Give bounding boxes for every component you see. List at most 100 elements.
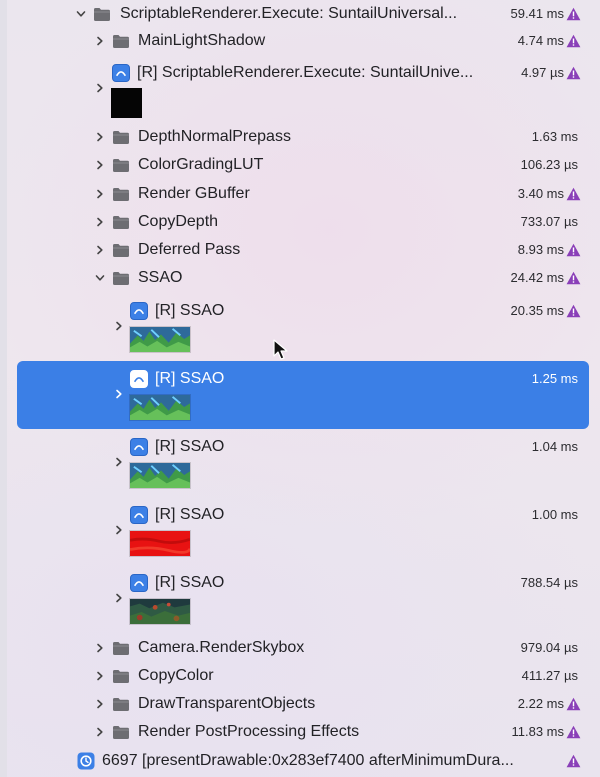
folder-icon [113, 216, 129, 229]
row-duration: 11.83 ms [511, 724, 564, 739]
attachment-thumbnail[interactable] [129, 530, 191, 557]
chevron-right-icon[interactable] [95, 217, 105, 227]
folder-icon [113, 642, 129, 655]
chevron-right-icon[interactable] [114, 389, 124, 399]
chevron-right-icon[interactable] [114, 525, 124, 535]
tree-row-ssao-encoder[interactable]: [R] SSAO 20.35 ms [0, 300, 600, 358]
row-label: DepthNormalPrepass [138, 128, 291, 145]
chevron-right-icon[interactable] [95, 671, 105, 681]
warning-triangle-icon[interactable] [566, 7, 581, 21]
row-duration: 1.04 ms [531, 439, 578, 454]
folder-icon [113, 272, 129, 285]
row-duration: 2.22 ms [517, 696, 564, 711]
chevron-right-icon[interactable] [95, 245, 105, 255]
chevron-right-icon[interactable] [95, 83, 105, 93]
tree-row-ssao-encoder[interactable]: [R] SSAO 1.00 ms [0, 504, 600, 562]
attachment-thumbnail[interactable] [129, 598, 191, 625]
chevron-right-icon[interactable] [114, 457, 124, 467]
tree-row-main-light-shadow[interactable]: MainLightShadow 4.74 ms [0, 31, 600, 51]
chevron-right-icon[interactable] [95, 189, 105, 199]
folder-icon [113, 131, 129, 144]
tree-row-present-drawable[interactable]: 6697 [presentDrawable:0x283ef7400 afterM… [0, 750, 600, 772]
row-duration: 8.93 ms [517, 242, 564, 257]
row-duration: 411.27 µs [521, 668, 578, 683]
tree-row-color-grading-lut[interactable]: ColorGradingLUT 106.23 µs [0, 155, 600, 175]
row-label: CopyColor [138, 667, 214, 684]
tree-row-render-post-processing[interactable]: Render PostProcessing Effects 11.83 ms [0, 722, 600, 742]
row-duration: 20.35 ms [510, 303, 564, 318]
row-label: [R] SSAO [155, 574, 225, 591]
row-label: ScriptableRenderer.Execute: SuntailUnive… [120, 5, 458, 22]
warning-triangle-icon[interactable] [566, 243, 581, 257]
row-label: [R] SSAO [155, 370, 225, 387]
row-duration: 4.97 µs [521, 65, 564, 80]
chevron-down-icon[interactable] [76, 9, 86, 19]
attachment-thumbnail[interactable] [129, 394, 191, 421]
row-duration: 1.63 ms [531, 129, 578, 144]
tree-row-deferred-pass[interactable]: Deferred Pass 8.93 ms [0, 240, 600, 260]
tree-row-ssao-encoder[interactable]: [R] SSAO 1.04 ms [0, 436, 600, 494]
mouse-cursor-icon [273, 339, 288, 360]
warning-triangle-icon[interactable] [566, 34, 581, 48]
warning-triangle-icon[interactable] [566, 271, 581, 285]
chevron-right-icon[interactable] [95, 36, 105, 46]
chevron-right-icon[interactable] [95, 643, 105, 653]
tree-row-copy-color[interactable]: CopyColor 411.27 µs [0, 666, 600, 686]
chevron-right-icon[interactable] [95, 132, 105, 142]
render-encoder-icon [130, 574, 148, 592]
warning-triangle-icon[interactable] [566, 187, 581, 201]
warning-triangle-icon[interactable] [566, 66, 581, 80]
tree-row-render-encoder[interactable]: [R] ScriptableRenderer.Execute: SuntailU… [0, 62, 600, 120]
attachment-thumbnail[interactable] [111, 88, 142, 118]
row-label: [R] ScriptableRenderer.Execute: SuntailU… [137, 64, 474, 81]
row-label: Render GBuffer [138, 185, 250, 202]
row-label: [R] SSAO [155, 506, 225, 523]
present-drawable-icon [77, 752, 95, 770]
attachment-thumbnail[interactable] [129, 326, 191, 353]
row-duration: 4.74 ms [517, 33, 564, 48]
warning-triangle-icon[interactable] [566, 725, 581, 739]
render-encoder-icon [130, 370, 148, 388]
warning-triangle-icon[interactable] [566, 754, 581, 768]
chevron-right-icon[interactable] [95, 699, 105, 709]
folder-icon [113, 35, 129, 48]
folder-icon [94, 8, 110, 21]
row-duration: 733.07 µs [520, 214, 578, 229]
row-label: [R] SSAO [155, 302, 225, 319]
chevron-right-icon[interactable] [114, 321, 124, 331]
chevron-right-icon[interactable] [114, 593, 124, 603]
folder-icon [113, 726, 129, 739]
warning-triangle-icon[interactable] [566, 304, 581, 318]
tree-row-ssao-encoder[interactable]: [R] SSAO 788.54 µs [0, 572, 600, 630]
tree-row-camera-render-skybox[interactable]: Camera.RenderSkybox 979.04 µs [0, 638, 600, 658]
row-label: ColorGradingLUT [138, 156, 264, 173]
row-duration: 788.54 µs [520, 575, 578, 590]
row-label: Render PostProcessing Effects [138, 723, 360, 740]
tree-row-scriptable-renderer[interactable]: ScriptableRenderer.Execute: SuntailUnive… [0, 4, 600, 24]
chevron-right-icon[interactable] [95, 160, 105, 170]
tree-row-render-gbuffer[interactable]: Render GBuffer 3.40 ms [0, 184, 600, 204]
row-label: DrawTransparentObjects [138, 695, 316, 712]
chevron-down-icon[interactable] [95, 273, 105, 283]
chevron-right-icon[interactable] [95, 727, 105, 737]
tree-row-depth-normal-prepass[interactable]: DepthNormalPrepass 1.63 ms [0, 127, 600, 147]
tree-row-draw-transparent-objects[interactable]: DrawTransparentObjects 2.22 ms [0, 694, 600, 714]
render-encoder-icon [130, 302, 148, 320]
row-duration: 1.00 ms [531, 507, 578, 522]
render-encoder-icon [112, 64, 130, 82]
folder-icon [113, 698, 129, 711]
tree-row-ssao-group[interactable]: SSAO 24.42 ms [0, 268, 600, 288]
tree-row-copy-depth[interactable]: CopyDepth 733.07 µs [0, 212, 600, 232]
row-label: CopyDepth [138, 213, 219, 230]
row-label: MainLightShadow [138, 32, 266, 49]
tree-row-ssao-encoder-selected[interactable]: [R] SSAO 1.25 ms [0, 368, 600, 426]
folder-icon [113, 159, 129, 172]
row-label: 6697 [presentDrawable:0x283ef7400 afterM… [102, 752, 514, 769]
warning-triangle-icon[interactable] [566, 697, 581, 711]
render-encoder-icon [130, 438, 148, 456]
folder-icon [113, 244, 129, 257]
row-duration: 24.42 ms [510, 270, 564, 285]
attachment-thumbnail[interactable] [129, 462, 191, 489]
row-duration: 106.23 µs [520, 157, 578, 172]
folder-icon [113, 188, 129, 201]
